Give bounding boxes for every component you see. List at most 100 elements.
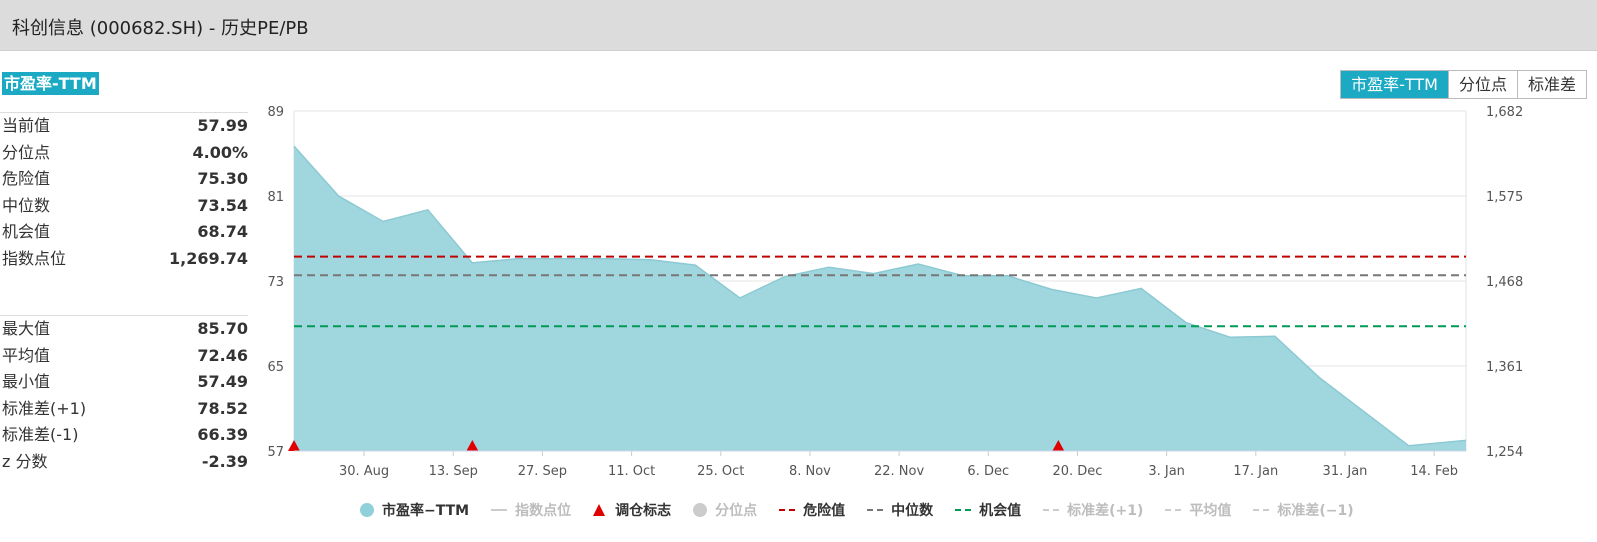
legend-dash-icon: [955, 509, 972, 511]
stat-value: 1,269.74: [169, 248, 248, 268]
stat-value: 75.30: [197, 169, 248, 189]
legend-item-danger[interactable]: 危险值: [779, 500, 845, 520]
pe-ttm-area: [294, 146, 1466, 451]
legend-item-percentile[interactable]: 分位点: [693, 500, 757, 520]
stat-row-median: 中位数 73.54: [0, 193, 248, 220]
stat-value: 78.52: [197, 398, 248, 418]
x-tick-label: 13. Sep: [429, 464, 478, 479]
x-tick-label: 31. Jan: [1323, 464, 1368, 479]
y-right-tick-label: 1,468: [1486, 275, 1523, 290]
window-title: 科创信息 (000682.SH) - 历史PE/PB: [12, 18, 309, 39]
stat-value: 85.70: [197, 319, 248, 338]
x-tick-label: 25. Oct: [697, 464, 744, 479]
stat-value: -2.39: [201, 451, 248, 471]
stat-label: 危险值: [2, 169, 51, 189]
legend-item-pe[interactable]: 市盈率−TTM: [360, 500, 469, 520]
x-tick-label: 11. Oct: [608, 464, 655, 479]
tab-pe-ttm[interactable]: 市盈率-TTM: [1341, 71, 1448, 98]
legend-dash-icon: [1165, 509, 1182, 511]
stat-label: z 分数: [2, 451, 48, 471]
x-tick-label: 27. Sep: [518, 464, 567, 479]
legend-label: 调仓标志: [615, 503, 672, 519]
stat-row-zscore: z 分数 -2.39: [0, 449, 248, 476]
legend-label: 市盈率−TTM: [382, 503, 470, 519]
legend-label: 指数点位: [515, 503, 572, 519]
stat-value: 66.39: [197, 425, 248, 445]
legend-triangle-icon: [593, 504, 606, 516]
tab-std-dev[interactable]: 标准差: [1516, 71, 1586, 98]
stat-label: 标准差(-1): [2, 425, 79, 445]
legend-item-std-plus[interactable]: 标准差(+1): [1043, 500, 1143, 520]
y-left-tick-label: 73: [267, 275, 284, 290]
stat-label: 最小值: [2, 372, 51, 392]
stat-value: 68.74: [197, 222, 248, 242]
stat-label: 分位点: [2, 142, 51, 162]
stat-row-index: 指数点位 1,269.74: [0, 246, 248, 273]
stats-panel-current: 当前值 57.99 分位点 4.00% 危险值 75.30 中位数 73.54 机会值 6…: [0, 112, 248, 273]
stat-row-opportunity: 机会值 68.74: [0, 219, 248, 246]
x-tick-label: 14. Feb: [1410, 464, 1458, 479]
legend-dash-icon: [867, 509, 884, 511]
legend-line-icon: [491, 509, 508, 511]
y-right-tick-label: 1,254: [1486, 445, 1523, 460]
stat-value: 73.54: [197, 195, 248, 215]
stat-label: 标准差(+1): [2, 398, 87, 418]
legend-label: 危险值: [803, 503, 846, 519]
legend-label: 中位数: [891, 503, 934, 519]
stat-row-min: 最小值 57.49: [0, 369, 248, 396]
legend-item-mean[interactable]: 平均值: [1165, 500, 1231, 520]
stat-label: 指数点位: [2, 248, 67, 268]
legend-item-rebalance[interactable]: 调仓标志: [593, 500, 671, 520]
section-tag: 市盈率-TTM: [2, 72, 99, 95]
y-right-tick-label: 1,575: [1486, 190, 1523, 205]
stat-label: 最大值: [2, 319, 51, 338]
legend-item-opportunity[interactable]: 机会值: [955, 500, 1021, 520]
stat-row-mean: 平均值 72.46: [0, 343, 248, 370]
stats-panel-summary: 最大值 85.70 平均值 72.46 最小值 57.49 标准差(+1) 78.52 …: [0, 315, 248, 476]
legend-dot-icon: [693, 503, 708, 517]
stat-value: 57.99: [197, 116, 248, 135]
y-left-tick-label: 81: [267, 190, 284, 205]
stat-value: 57.49: [197, 372, 248, 392]
legend-dot-icon: [360, 503, 374, 517]
legend-dash-icon: [1253, 509, 1270, 511]
x-tick-label: 20. Dec: [1052, 464, 1102, 479]
stat-row-percentile: 分位点 4.00%: [0, 140, 248, 167]
stat-label: 平均值: [2, 345, 51, 365]
stat-label: 当前值: [2, 116, 51, 135]
window-header: 科创信息 (000682.SH) - 历史PE/PB: [0, 0, 1597, 51]
y-left-tick-label: 89: [267, 105, 284, 120]
x-tick-label: 6. Dec: [967, 464, 1009, 479]
x-tick-label: 8. Nov: [789, 464, 831, 479]
legend-label: 平均值: [1189, 503, 1232, 519]
pe-history-chart[interactable]: 57 65 73 81 89 1,254 1,361 1,468 1,575 1,682 30. A…: [250, 95, 1540, 490]
stat-value: 4.00%: [192, 142, 248, 162]
legend-item-index[interactable]: 指数点位: [491, 500, 571, 520]
legend-item-std-minus[interactable]: 标准差(−1): [1253, 500, 1354, 520]
x-tick-label: 30. Aug: [339, 464, 389, 479]
stat-row-max: 最大值 85.70: [0, 316, 248, 343]
y-left-tick-label: 65: [267, 360, 284, 375]
y-right-tick-label: 1,682: [1486, 105, 1523, 120]
legend-dash-icon: [1043, 509, 1060, 511]
legend-item-median[interactable]: 中位数: [867, 500, 933, 520]
stat-row-std-plus: 标准差(+1) 78.52: [0, 396, 248, 423]
y-left-tick-label: 57: [267, 445, 284, 460]
tab-percentile[interactable]: 分位点: [1447, 71, 1517, 98]
legend-label: 标准差(−1): [1277, 503, 1354, 519]
legend-dash-icon: [779, 509, 796, 511]
legend-label: 分位点: [715, 503, 758, 519]
stat-value: 72.46: [197, 345, 248, 365]
chart-legend: 市盈率−TTM 指数点位 调仓标志 分位点 危险值 中位数 机会值 标准差(+1…: [360, 500, 1376, 520]
x-tick-label: 17. Jan: [1233, 464, 1278, 479]
stat-row-danger: 危险值 75.30: [0, 166, 248, 193]
stat-label: 机会值: [2, 222, 51, 242]
legend-label: 机会值: [979, 503, 1022, 519]
legend-label: 标准差(+1): [1067, 503, 1144, 519]
y-right-tick-label: 1,361: [1486, 360, 1523, 375]
x-tick-label: 22. Nov: [874, 464, 924, 479]
x-tick-label: 3. Jan: [1148, 464, 1185, 479]
stat-row-std-minus: 标准差(-1) 66.39: [0, 422, 248, 449]
stat-label: 中位数: [2, 195, 51, 215]
stat-row-current: 当前值 57.99: [0, 113, 248, 140]
